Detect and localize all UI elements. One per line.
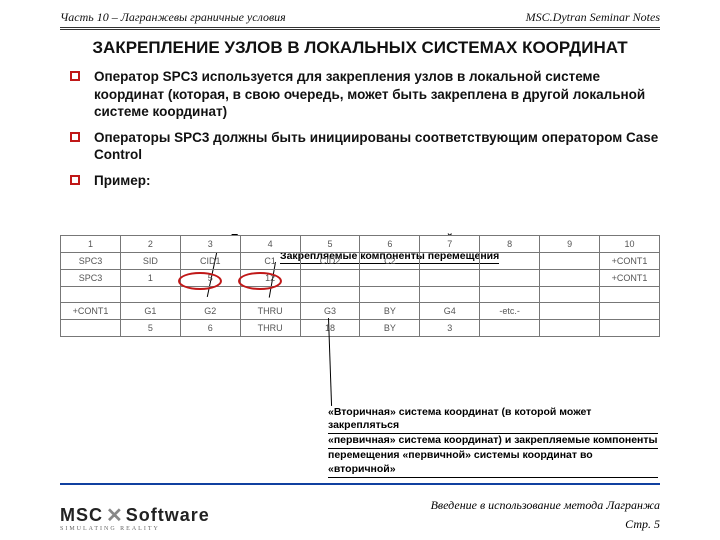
table-row <box>61 287 660 303</box>
col-head: 5 <box>300 236 360 253</box>
col-head: 7 <box>420 236 480 253</box>
bullet-marker-icon <box>70 175 80 185</box>
col-head: 6 <box>360 236 420 253</box>
logo: MSC ✕ Software SIMULATING REALITY <box>60 503 210 532</box>
table-row: +CONT1G1G2THRUG3BYG4-etc.- <box>61 303 660 320</box>
bullet-item: Пример: <box>70 172 660 190</box>
footer-subtitle: Введение в использование метода Лагранжа <box>431 498 660 513</box>
table-header-row: 1 2 3 4 5 6 7 8 9 10 <box>61 236 660 253</box>
col-head: 3 <box>180 236 240 253</box>
bullet-list: Оператор SPC3 используется для закреплен… <box>70 68 660 189</box>
col-head: 2 <box>120 236 180 253</box>
col-head: 8 <box>480 236 540 253</box>
page-title: ЗАКРЕПЛЕНИЕ УЗЛОВ В ЛОКАЛЬНЫХ СИСТЕМАХ К… <box>40 38 680 58</box>
bullet-text: Пример: <box>94 172 151 190</box>
footer: MSC ✕ Software SIMULATING REALITY Введен… <box>60 498 660 532</box>
page-number: Стр. 5 <box>431 517 660 532</box>
header-right: MSC.Dytran Seminar Notes <box>526 10 660 25</box>
logo-text-1: MSC <box>60 505 103 526</box>
logo-x-icon: ✕ <box>106 503 123 528</box>
bullet-text: Оператор SPC3 используется для закреплен… <box>94 68 660 121</box>
col-head: 9 <box>540 236 600 253</box>
footer-rule <box>60 483 660 485</box>
header-rule <box>60 27 660 30</box>
callout-secondary-cs: «Вторичная» система координат (в которой… <box>328 406 658 478</box>
bullet-item: Операторы SPC3 должны быть инициированы … <box>70 129 660 164</box>
bullet-item: Оператор SPC3 используется для закреплен… <box>70 68 660 121</box>
logo-text-2: Software <box>126 505 210 526</box>
bullet-text: Операторы SPC3 должны быть инициированы … <box>94 129 660 164</box>
col-head: 1 <box>61 236 121 253</box>
col-head: 4 <box>240 236 300 253</box>
header-left: Часть 10 – Лагранжевы граничные условия <box>60 10 286 25</box>
spc3-table: 1 2 3 4 5 6 7 8 9 10 SPC3SIDCID1C1CID2C2… <box>60 235 660 337</box>
bullet-marker-icon <box>70 71 80 81</box>
bullet-marker-icon <box>70 132 80 142</box>
table-row: SPC31512+CONT1 <box>61 270 660 287</box>
spc3-table-wrap: 1 2 3 4 5 6 7 8 9 10 SPC3SIDCID1C1CID2C2… <box>60 235 660 337</box>
logo-tagline: SIMULATING REALITY <box>60 526 210 532</box>
table-row: SPC3SIDCID1C1CID2C2+CONT1 <box>61 253 660 270</box>
col-head: 10 <box>600 236 660 253</box>
table-row: 56THRU18BY3 <box>61 320 660 337</box>
